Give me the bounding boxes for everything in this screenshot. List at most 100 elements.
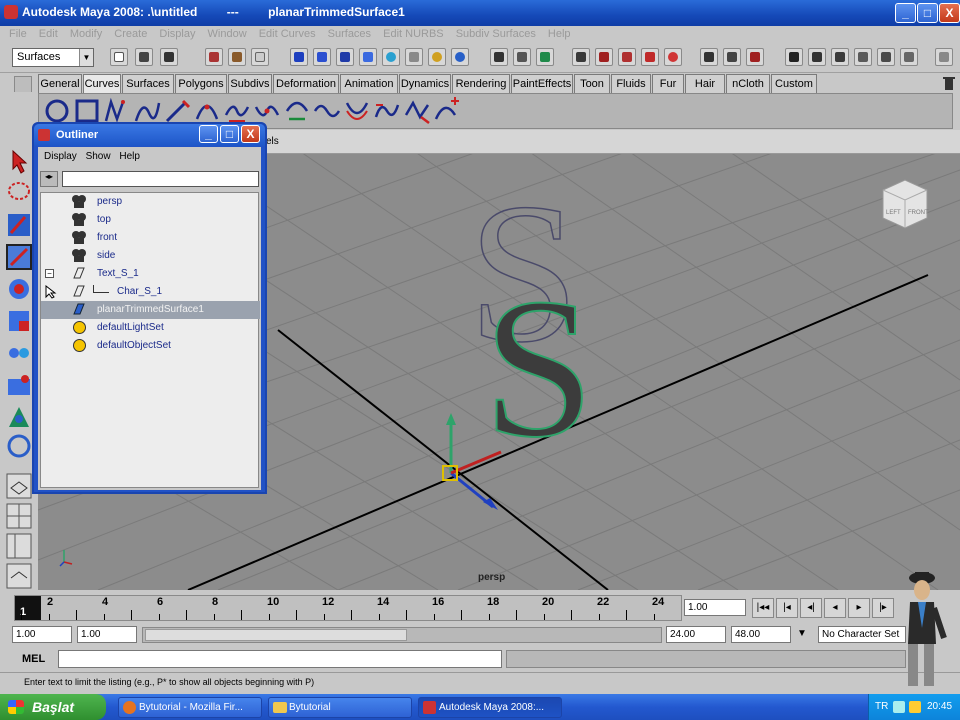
collapse-toggle-icon[interactable]: −: [45, 269, 54, 278]
panel-menu-fragment[interactable]: els: [266, 136, 279, 147]
viewcube[interactable]: LEFT FRONT: [882, 179, 929, 229]
tab-surfaces[interactable]: Surfaces: [122, 74, 174, 93]
play-forwards-button[interactable]: ▸: [848, 598, 870, 618]
mask-dynamics-icon[interactable]: [405, 48, 423, 66]
detach-curves-icon[interactable]: [253, 97, 281, 125]
tab-custom[interactable]: Custom: [771, 74, 817, 93]
command-line-label[interactable]: MEL: [22, 653, 45, 665]
arc-tool-icon[interactable]: [193, 97, 221, 125]
save-scene-icon[interactable]: [160, 48, 178, 66]
volume-icon[interactable]: [909, 701, 921, 713]
playback-start-field[interactable]: 1.00: [77, 626, 137, 643]
outliner-item-text-s-1[interactable]: − Text_S_1: [41, 265, 260, 283]
outliner-menu-help[interactable]: Help: [119, 151, 140, 162]
ipr-render-icon[interactable]: [746, 48, 764, 66]
lock-selection-icon[interactable]: [490, 48, 508, 66]
select-tool-icon[interactable]: [5, 147, 33, 175]
tab-subdivs[interactable]: Subdivs: [228, 74, 272, 93]
menu-edit-curves[interactable]: Edit Curves: [259, 26, 316, 43]
taskbar-button-folder[interactable]: Bytutorial: [268, 697, 412, 718]
outliner-minimize-button[interactable]: _: [199, 125, 218, 143]
tab-toon[interactable]: Toon: [574, 74, 610, 93]
make-live-icon[interactable]: [618, 48, 636, 66]
outliner-title-bar[interactable]: Outliner _ □ X: [34, 124, 265, 146]
menu-display[interactable]: Display: [159, 26, 195, 43]
mask-joints-icon[interactable]: [313, 48, 331, 66]
close-button[interactable]: X: [939, 3, 960, 23]
new-scene-icon[interactable]: [110, 48, 128, 66]
mask-curves-icon[interactable]: [336, 48, 354, 66]
current-time-indicator[interactable]: 1: [15, 596, 41, 620]
soft-mod-tool-icon[interactable]: [5, 371, 33, 399]
language-indicator[interactable]: TR: [875, 694, 888, 720]
menu-set-dropdown[interactable]: Surfaces ▼: [12, 48, 94, 67]
outliner-filter-input[interactable]: [62, 171, 259, 187]
start-button[interactable]: Başlat: [0, 694, 106, 720]
snap-view-plane-icon[interactable]: [595, 48, 613, 66]
step-back-key-button[interactable]: |◂: [776, 598, 798, 618]
tab-rendering[interactable]: Rendering: [452, 74, 510, 93]
scale-tool-icon[interactable]: [5, 307, 33, 335]
layout-four-icon[interactable]: [5, 502, 33, 530]
menu-help[interactable]: Help: [548, 26, 571, 43]
show-manipulator-icon[interactable]: [5, 403, 33, 431]
circle-curve-icon[interactable]: [43, 97, 71, 125]
outliner-menu-display[interactable]: Display: [44, 151, 77, 162]
move-tool-icon[interactable]: [5, 243, 33, 271]
offset-curve-icon[interactable]: [343, 97, 371, 125]
playback-end-field[interactable]: 24.00: [666, 626, 726, 643]
minimize-button[interactable]: _: [895, 3, 916, 23]
animation-end-field[interactable]: 48.00: [731, 626, 791, 643]
range-slider-handle[interactable]: [145, 629, 407, 641]
settings-icon[interactable]: [935, 48, 953, 66]
tab-painteffects[interactable]: PaintEffects: [511, 74, 573, 93]
character-set-arrow-icon[interactable]: ▼: [797, 628, 807, 639]
hypershade-icon[interactable]: [808, 48, 826, 66]
network-icon[interactable]: [893, 701, 905, 713]
ep-curve-tool-icon[interactable]: [133, 97, 161, 125]
menu-surfaces[interactable]: Surfaces: [328, 26, 371, 43]
mask-handles-icon[interactable]: [290, 48, 308, 66]
channel-box-icon[interactable]: [877, 48, 895, 66]
menu-file[interactable]: File: [9, 26, 27, 43]
output-ops-icon[interactable]: [664, 48, 682, 66]
tool-settings-icon[interactable]: [854, 48, 872, 66]
taskbar-button-maya[interactable]: Autodesk Maya 2008:...: [418, 697, 562, 718]
attribute-editor-icon[interactable]: [831, 48, 849, 66]
outliner-window[interactable]: Outliner _ □ X Display Show Help ◂▸ pers…: [32, 122, 267, 494]
reverse-curve-icon[interactable]: [373, 97, 401, 125]
select-hierarchy-icon[interactable]: [205, 48, 223, 66]
command-input[interactable]: [58, 650, 502, 668]
trash-icon[interactable]: [943, 75, 955, 91]
attach-curves-icon[interactable]: [223, 97, 251, 125]
tab-curves[interactable]: Curves: [83, 74, 121, 93]
layout-persp-outliner-icon[interactable]: [5, 532, 33, 560]
step-back-frame-button[interactable]: ◂|: [800, 598, 822, 618]
play-backwards-button[interactable]: ◂: [824, 598, 846, 618]
mask-rendering-icon[interactable]: [428, 48, 446, 66]
render-current-frame-icon[interactable]: [723, 48, 741, 66]
outliner-item-char-s-1[interactable]: Char_S_1: [41, 283, 260, 301]
tab-ncloth[interactable]: nCloth: [726, 74, 770, 93]
cv-curve-tool-icon[interactable]: [103, 97, 131, 125]
rebuild-curve-icon[interactable]: [403, 97, 431, 125]
tab-deformation[interactable]: Deformation: [273, 74, 339, 93]
square-curve-icon[interactable]: [73, 97, 101, 125]
select-object-icon[interactable]: [228, 48, 246, 66]
manipulator-y-arrow[interactable]: [446, 413, 456, 425]
outliner-item-default-object-set[interactable]: defaultObjectSet: [41, 337, 260, 355]
menu-window[interactable]: Window: [208, 26, 247, 43]
last-tool-icon[interactable]: [5, 432, 33, 460]
outliner-item-planar-trimmed-surface[interactable]: planarTrimmedSurface1: [41, 301, 260, 319]
mask-misc-icon[interactable]: [451, 48, 469, 66]
extend-curve-icon[interactable]: [313, 97, 341, 125]
time-slider[interactable]: 1 2 4 6 8 10 12 14 16 18 20 22 24: [14, 595, 682, 621]
tab-fur[interactable]: Fur: [652, 74, 684, 93]
pencil-curve-tool-icon[interactable]: [163, 97, 191, 125]
menu-subdiv-surfaces[interactable]: Subdiv Surfaces: [456, 26, 536, 43]
outliner-item-default-light-set[interactable]: defaultLightSet: [41, 319, 260, 337]
character-set-field[interactable]: No Character Set: [818, 626, 906, 643]
menu-edit-nurbs[interactable]: Edit NURBS: [383, 26, 444, 43]
tab-general[interactable]: General: [38, 74, 82, 93]
input-ops-icon[interactable]: [641, 48, 659, 66]
